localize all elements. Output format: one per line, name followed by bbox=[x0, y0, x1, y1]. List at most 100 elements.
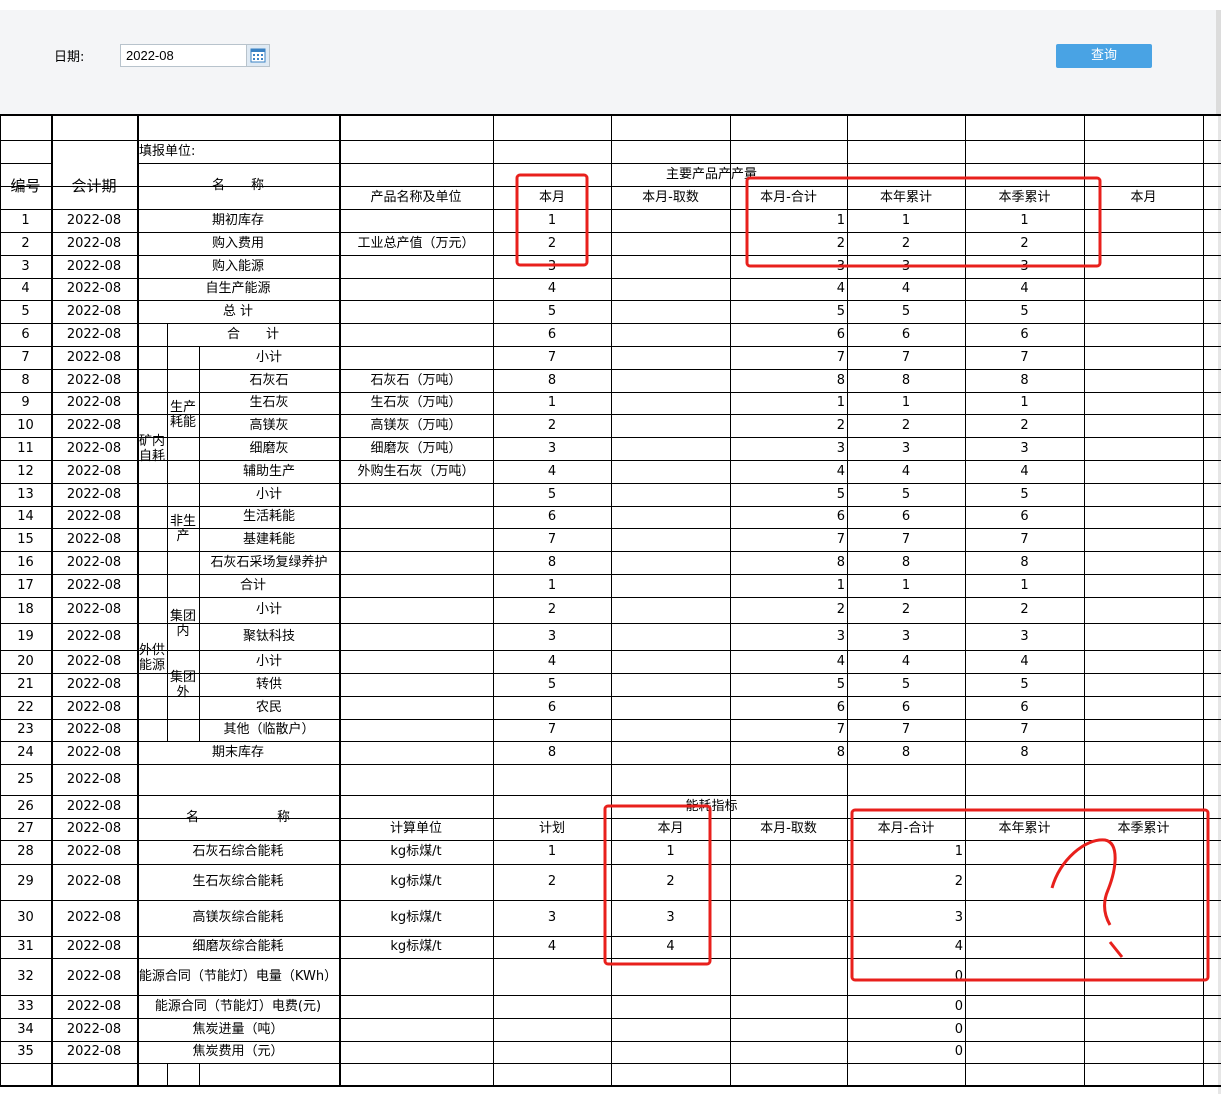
energy-row-month: 4 bbox=[666, 939, 675, 954]
row-month: 7 bbox=[547, 531, 557, 547]
energy-quarter-cum-header: 本季累计 bbox=[1117, 821, 1170, 836]
row-name: 合 计 bbox=[226, 326, 279, 342]
energy-row-no: 33 bbox=[17, 998, 34, 1014]
month-fetch-header: 本月-取数 bbox=[642, 189, 699, 205]
energy-row-month-total: 0 bbox=[954, 968, 963, 984]
row-year-cum: 4 bbox=[901, 463, 911, 479]
row-quarter-cum: 2 bbox=[1020, 417, 1029, 433]
row-month: 5 bbox=[547, 303, 557, 319]
group-external-supply: 外供能源 bbox=[138, 642, 165, 673]
calendar-icon[interactable] bbox=[246, 45, 269, 66]
row-name: 小计 bbox=[255, 486, 282, 502]
row-no: 6 bbox=[21, 326, 30, 342]
row-period: 2022-08 bbox=[66, 486, 122, 502]
row-month-total: 6 bbox=[836, 326, 845, 342]
row-product bbox=[339, 346, 493, 369]
month2-header: 本月 bbox=[1130, 189, 1157, 205]
row-period: 2022-08 bbox=[66, 463, 122, 479]
energy-row-month-total: 2 bbox=[954, 874, 963, 889]
row-name: 总 计 bbox=[222, 303, 254, 319]
row-product bbox=[339, 719, 493, 741]
row-period: 2022-08 bbox=[66, 722, 122, 737]
date-picker[interactable] bbox=[120, 44, 270, 67]
energy-row-month: 3 bbox=[666, 910, 675, 925]
row-month-total: 8 bbox=[836, 554, 845, 570]
energy-row-no: 31 bbox=[17, 939, 34, 954]
row-year-cum: 5 bbox=[901, 303, 911, 319]
energy-row-month-total: 4 bbox=[954, 939, 963, 954]
row-year-cum: 6 bbox=[901, 326, 911, 342]
row-product bbox=[339, 300, 493, 323]
row-no: 22 bbox=[17, 699, 34, 715]
row-product: 生石灰（万吨） bbox=[370, 395, 462, 410]
row-product bbox=[339, 650, 493, 673]
query-button[interactable]: 查询 bbox=[1056, 44, 1152, 68]
row-quarter-cum: 2 bbox=[1020, 602, 1029, 617]
row-month-total: 1 bbox=[836, 395, 845, 410]
group-in-group: 集团内 bbox=[169, 608, 196, 639]
row-quarter-cum: 5 bbox=[1020, 486, 1029, 502]
row-no: 12 bbox=[17, 463, 34, 479]
row-period: 2022-08 bbox=[66, 602, 122, 617]
row-month-total: 2 bbox=[836, 417, 845, 433]
row-month: 5 bbox=[547, 676, 557, 692]
energy-row-plan: 4 bbox=[547, 939, 557, 954]
date-input[interactable] bbox=[121, 45, 252, 66]
energy-row-month-total: 0 bbox=[954, 1044, 963, 1059]
row-quarter-cum: 8 bbox=[1020, 554, 1029, 570]
row-name: 聚钛科技 bbox=[242, 628, 295, 644]
row-product bbox=[339, 574, 493, 597]
grid-line bbox=[0, 1085, 1221, 1087]
energy-row-unit: kg标煤/t bbox=[390, 874, 442, 889]
energy-row-period: 2022-08 bbox=[66, 874, 122, 889]
energy-row-no: 35 bbox=[17, 1044, 34, 1059]
row-month-total: 6 bbox=[836, 509, 845, 524]
row-product: 石灰石（万吨） bbox=[370, 372, 462, 388]
row-product bbox=[339, 506, 493, 528]
row-name: 小计 bbox=[255, 653, 282, 669]
energy-row-no: 28 bbox=[17, 844, 34, 859]
row-period: 2022-08 bbox=[66, 440, 122, 456]
energy-month-total-header: 本月-合计 bbox=[877, 821, 935, 836]
row-month-total: 3 bbox=[836, 258, 845, 274]
row-month-total: 2 bbox=[836, 602, 845, 617]
row-no: 23 bbox=[17, 722, 34, 737]
row-period: 2022-08 bbox=[66, 395, 122, 410]
row-period: 2022-08 bbox=[66, 417, 122, 433]
row-month-total: 4 bbox=[836, 463, 845, 479]
row-no: 3 bbox=[21, 258, 30, 274]
row-year-cum: 6 bbox=[901, 699, 911, 715]
energy-row-month: 1 bbox=[666, 844, 675, 859]
row-month-total: 2 bbox=[836, 235, 845, 251]
row-period: 2022-08 bbox=[66, 372, 122, 388]
row-month: 5 bbox=[547, 486, 557, 502]
row-quarter-cum: 6 bbox=[1020, 699, 1029, 715]
energy-row-name: 能源合同（节能灯）电费(元) bbox=[154, 998, 322, 1014]
energy-row-name: 能源合同（节能灯）电量（KWh） bbox=[138, 968, 338, 984]
toolbar-scrollbar[interactable] bbox=[1216, 10, 1221, 114]
energy-row-month-total: 1 bbox=[954, 844, 963, 859]
energy-row-name: 焦炭进量（吨） bbox=[192, 1021, 284, 1037]
row-quarter-cum: 1 bbox=[1020, 395, 1029, 410]
energy-row-no: 26 bbox=[17, 798, 34, 814]
energy-row-no: 27 bbox=[17, 821, 34, 836]
row-no: 10 bbox=[17, 417, 34, 433]
row-product bbox=[339, 623, 493, 650]
row-month-total: 6 bbox=[836, 699, 845, 715]
energy-row-period: 2022-08 bbox=[66, 1044, 122, 1059]
energy-plan-header: 计划 bbox=[538, 821, 565, 836]
row-period: 2022-08 bbox=[66, 699, 122, 715]
energy-row-no: 30 bbox=[17, 910, 34, 925]
question-mark-icon bbox=[1050, 838, 1117, 926]
row-no: 13 bbox=[17, 486, 34, 502]
row-period: 2022-08 bbox=[66, 628, 122, 644]
energy-row-month-total: 3 bbox=[954, 910, 963, 925]
row-year-cum: 3 bbox=[901, 258, 911, 274]
row-name: 小计 bbox=[255, 602, 282, 617]
energy-row-plan: 2 bbox=[547, 874, 557, 889]
energy-row-no: 34 bbox=[17, 1021, 34, 1037]
row-name: 期末库存 bbox=[211, 744, 264, 760]
energy-row-plan: 1 bbox=[547, 844, 557, 859]
energy-row-period: 2022-08 bbox=[66, 821, 122, 836]
quarter-cum-header: 本季累计 bbox=[998, 189, 1051, 205]
